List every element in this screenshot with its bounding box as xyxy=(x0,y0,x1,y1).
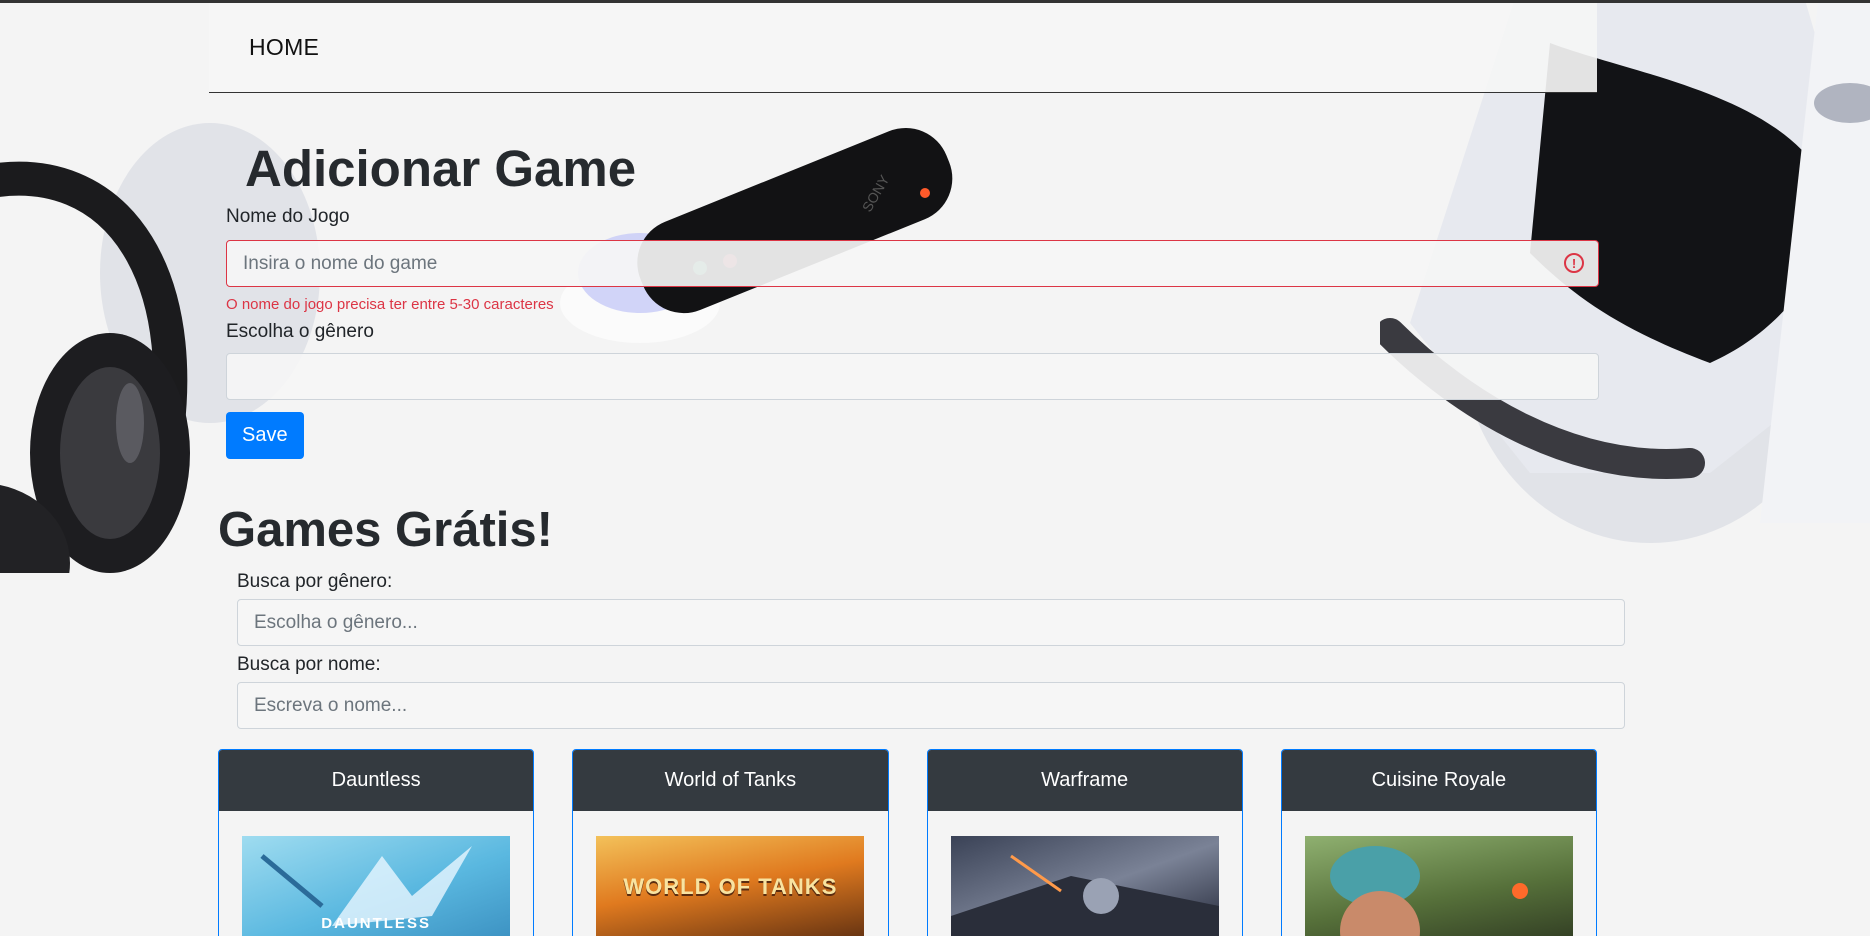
cuisine-royale-artwork xyxy=(1329,846,1528,936)
game-name-error: O nome do jogo precisa ter entre 5-30 ca… xyxy=(226,296,554,313)
genre-field-wrapper xyxy=(226,353,1599,400)
error-icon: ! xyxy=(1564,253,1584,273)
game-card-image[interactable] xyxy=(1304,836,1573,936)
game-cards-list: Dauntless DAUNTLESS World of Tanks WORLD… xyxy=(218,749,1597,936)
genre-input[interactable] xyxy=(226,353,1599,400)
game-card-image-logo: DAUNTLESS xyxy=(321,915,431,932)
headphones-image xyxy=(0,161,190,573)
name-search-label: Busca por nome: xyxy=(237,654,381,675)
genre-label: Escolha o gênero xyxy=(226,321,374,342)
game-card[interactable]: Cuisine Royale xyxy=(1280,749,1597,936)
game-card[interactable]: Dauntless DAUNTLESS xyxy=(218,749,535,936)
warframe-artwork xyxy=(950,854,1219,936)
free-games-section: Games Grátis! Busca por gênero: Busca po… xyxy=(209,503,1625,936)
game-card[interactable]: World of Tanks WORLD OF TANKS xyxy=(572,749,889,936)
game-card-title: Dauntless xyxy=(219,750,534,811)
game-card-image[interactable]: WORLD OF TANKS xyxy=(596,836,865,936)
genre-search-label: Busca por gênero: xyxy=(237,571,393,592)
page-title: Adicionar Game xyxy=(245,140,637,197)
game-card-image-logo: WORLD OF TANKS xyxy=(623,874,838,899)
game-name-label: Nome do Jogo xyxy=(226,206,350,227)
game-card-image[interactable] xyxy=(950,836,1219,936)
game-card-title: World of Tanks xyxy=(573,750,888,811)
search-filters: Busca por gênero: Busca por nome: xyxy=(209,571,1625,729)
game-card-title: Warframe xyxy=(927,750,1242,811)
game-card-image[interactable]: DAUNTLESS xyxy=(242,836,511,936)
name-search-input[interactable] xyxy=(237,682,1625,729)
game-name-field-wrapper: ! xyxy=(226,240,1599,287)
save-button[interactable]: Save xyxy=(226,412,304,459)
add-game-form: Adicionar Game Nome do Jogo ! O nome do … xyxy=(209,93,1599,459)
game-card-title: Cuisine Royale xyxy=(1281,750,1596,811)
genre-search-input[interactable] xyxy=(237,599,1625,646)
main-container: HOME Adicionar Game Nome do Jogo ! O nom… xyxy=(209,3,1625,936)
free-games-title: Games Grátis! xyxy=(218,503,553,557)
nav-home-link[interactable]: HOME xyxy=(249,34,319,61)
game-card[interactable]: Warframe xyxy=(926,749,1243,936)
navbar: HOME xyxy=(209,3,1597,93)
game-name-input[interactable] xyxy=(226,240,1599,287)
